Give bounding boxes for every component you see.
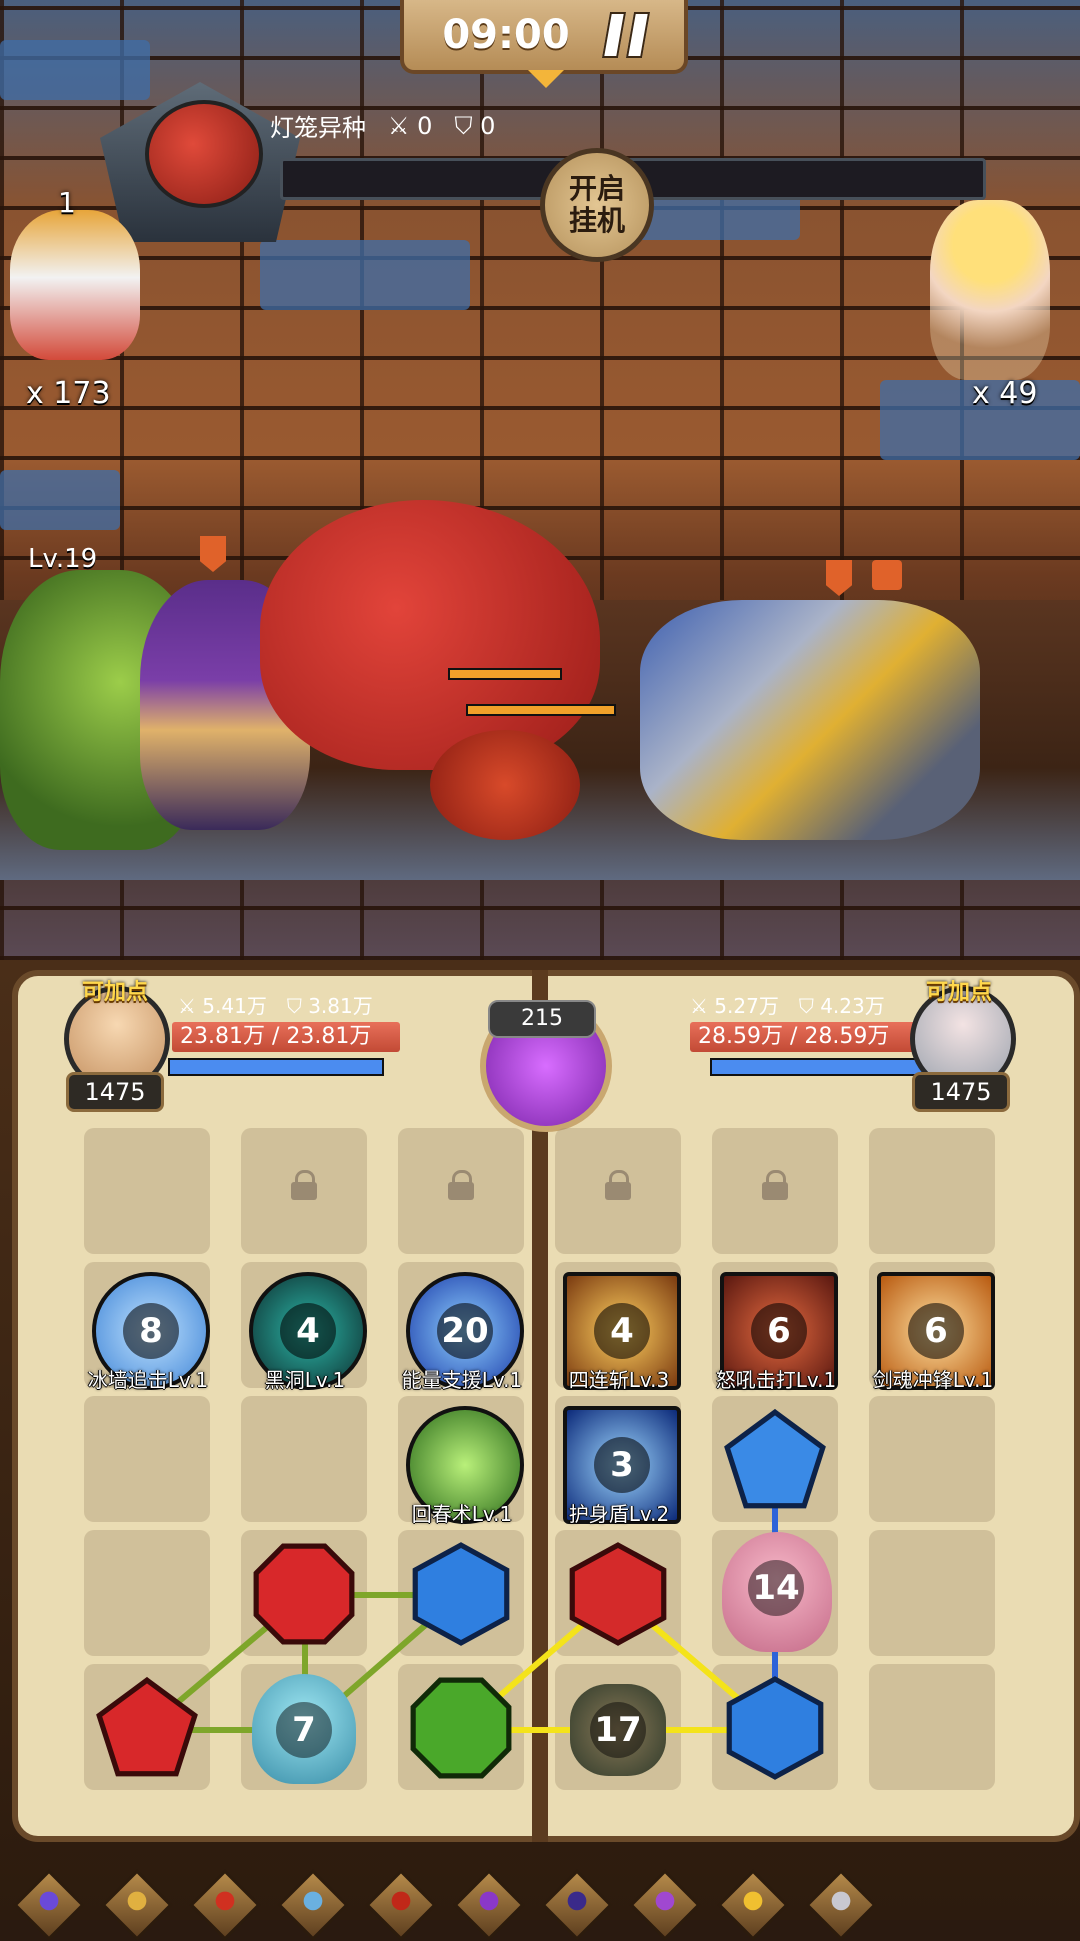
key-staff-icon[interactable] bbox=[277, 1869, 349, 1941]
left-hero-stats: ⚔ 5.41万 ⛉ 3.81万 bbox=[178, 990, 373, 1019]
wall-patch bbox=[0, 40, 150, 100]
boss-name: 灯笼异种 bbox=[270, 114, 366, 142]
grid-cell[interactable] bbox=[869, 1530, 995, 1656]
dark-feather-icon[interactable] bbox=[541, 1869, 613, 1941]
left-hero-mp-bar bbox=[168, 1058, 384, 1076]
battle-scene: 09:00 灯笼异种 ⚔ 0 ⛉ 0 开启 挂机 1 x 173 x 49 Lv… bbox=[0, 0, 1080, 960]
sword-icon: ⚔ bbox=[178, 994, 196, 1018]
armored-knight-hero[interactable] bbox=[640, 600, 980, 840]
right-hero-stats: ⚔ 5.27万 ⛉ 4.23万 bbox=[690, 990, 885, 1019]
grid-cell-locked[interactable] bbox=[398, 1128, 524, 1254]
skill-name: 冰墙追击Lv.1 bbox=[87, 1368, 209, 1392]
auto-battle-label-2: 挂机 bbox=[568, 204, 625, 237]
left-hero-defense: 3.81万 bbox=[308, 994, 373, 1018]
right-hero-attack: 5.27万 bbox=[714, 994, 779, 1018]
grid-cell[interactable] bbox=[869, 1128, 995, 1254]
blue-hexagon-gem[interactable] bbox=[409, 1542, 513, 1646]
red-hexagon-gem[interactable] bbox=[566, 1542, 670, 1646]
right-hero-panel: ⚔ 5.27万 ⛉ 4.23万 28.59万 / 28.59万 可加点 1475 bbox=[600, 980, 1080, 1112]
right-hero-hp: 28.59万 / 28.59万 bbox=[690, 1022, 918, 1052]
left-hero-attack: 5.41万 bbox=[202, 994, 267, 1018]
grid-cell-locked[interactable] bbox=[712, 1128, 838, 1254]
red-octagon-gem[interactable] bbox=[252, 1542, 356, 1646]
shield-icon: ⛉ bbox=[286, 994, 302, 1018]
buff-spiral-icon bbox=[872, 560, 902, 590]
right-hero-upgrade-tag[interactable]: 可加点 bbox=[926, 974, 992, 1006]
bone-dagger-icon[interactable] bbox=[805, 1869, 877, 1941]
fairy-summon[interactable] bbox=[930, 200, 1050, 380]
timer-dropdown-arrow-icon[interactable] bbox=[528, 70, 564, 88]
energy-count: 215 bbox=[488, 1000, 596, 1038]
timer-text: 09:00 bbox=[442, 12, 570, 58]
cannon-unit-count: 17 bbox=[590, 1702, 646, 1758]
blue-pentagon-gem[interactable] bbox=[723, 1408, 827, 1512]
grid-cell-locked[interactable] bbox=[241, 1128, 367, 1254]
skill-name: 护身盾Lv.2 bbox=[568, 1502, 670, 1526]
red-spider-icon[interactable] bbox=[189, 1869, 261, 1941]
right-hero-mp-bar bbox=[710, 1058, 926, 1076]
lock-icon bbox=[448, 1170, 474, 1200]
buff-shield-icon bbox=[826, 560, 852, 596]
skill-name: 四连斩Lv.3 bbox=[568, 1368, 670, 1392]
lock-icon bbox=[291, 1170, 317, 1200]
lock-icon bbox=[605, 1170, 631, 1200]
right-hero-defense: 4.23万 bbox=[820, 994, 885, 1018]
minion-minibar bbox=[466, 704, 616, 716]
red-cube-icon[interactable] bbox=[365, 1869, 437, 1941]
skill-name: 能量支援Lv.1 bbox=[401, 1368, 523, 1392]
sword-icon: ⚔ bbox=[690, 994, 708, 1018]
lantern-beast-boss[interactable] bbox=[260, 500, 600, 770]
boss-portrait[interactable] bbox=[145, 100, 263, 208]
boss-minibar bbox=[448, 668, 562, 680]
bottom-item-toolbar bbox=[0, 1869, 1080, 1941]
purple-mask-icon[interactable] bbox=[629, 1869, 701, 1941]
skill-name: 剑魂冲锋Lv.1 bbox=[872, 1368, 994, 1392]
slime-unit-count: 7 bbox=[276, 1702, 332, 1758]
grid-cell[interactable] bbox=[84, 1128, 210, 1254]
left-hero-hp: 23.81万 / 23.81万 bbox=[172, 1022, 400, 1052]
pause-button[interactable] bbox=[601, 12, 650, 58]
green-octagon-gem[interactable] bbox=[409, 1676, 513, 1780]
grid-cell-locked[interactable] bbox=[555, 1128, 681, 1254]
buff-shield-icon bbox=[200, 536, 226, 572]
red-crab-minion[interactable] bbox=[430, 730, 580, 840]
auto-battle-button[interactable]: 开启 挂机 bbox=[540, 148, 654, 262]
sword-icon: ⚔ bbox=[388, 111, 410, 140]
auto-battle-label-1: 开启 bbox=[568, 171, 625, 205]
shield-icon: ⛉ bbox=[798, 994, 814, 1018]
boss-defense: ⛉ 0 bbox=[454, 111, 496, 140]
right-summon-count: x 49 bbox=[972, 376, 1038, 411]
left-hero-level: 1475 bbox=[66, 1072, 164, 1112]
skill-name: 回春术Lv.1 bbox=[411, 1502, 513, 1526]
purple-rose-icon[interactable] bbox=[453, 1869, 525, 1941]
left-hero-upgrade-tag[interactable]: 可加点 bbox=[82, 974, 148, 1006]
red-pentagon-gem[interactable] bbox=[95, 1676, 199, 1780]
boss-info: 灯笼异种 ⚔ 0 ⛉ 0 bbox=[270, 108, 495, 143]
wall-patch bbox=[260, 240, 470, 310]
grid-cell[interactable] bbox=[84, 1530, 210, 1656]
blue-hexagon-gem[interactable] bbox=[723, 1676, 827, 1780]
octopus-unit-count: 14 bbox=[748, 1560, 804, 1616]
skill-name: 黑洞Lv.1 bbox=[264, 1368, 346, 1392]
skill-name: 怒吼击打Lv.1 bbox=[715, 1368, 837, 1392]
right-hero-level: 1475 bbox=[912, 1072, 1010, 1112]
grid-cell[interactable] bbox=[241, 1396, 367, 1522]
boss-attack: ⚔ 0 bbox=[388, 111, 433, 140]
left-summon-count: x 173 bbox=[26, 376, 111, 411]
wall-patch bbox=[0, 470, 120, 530]
grid-cell[interactable] bbox=[869, 1664, 995, 1790]
left-hero-panel: 可加点 1475 ⚔ 5.41万 ⛉ 3.81万 23.81万 / 23.81万 bbox=[60, 980, 550, 1112]
spellbook-icon[interactable] bbox=[101, 1869, 173, 1941]
lock-icon bbox=[762, 1170, 788, 1200]
bear-pilot-summon[interactable] bbox=[10, 210, 140, 360]
shield-icon: ⛉ bbox=[454, 111, 473, 140]
golden-horn-icon[interactable] bbox=[717, 1869, 789, 1941]
hero-book-panel: 可加点 1475 ⚔ 5.41万 ⛉ 3.81万 23.81万 / 23.81万… bbox=[0, 960, 1080, 1920]
moon-staff-icon[interactable] bbox=[13, 1869, 85, 1941]
grid-cell[interactable] bbox=[84, 1396, 210, 1522]
bear-summon-badge: 1 bbox=[58, 186, 76, 219]
battle-timer: 09:00 bbox=[400, 0, 688, 88]
grid-cell[interactable] bbox=[869, 1396, 995, 1522]
